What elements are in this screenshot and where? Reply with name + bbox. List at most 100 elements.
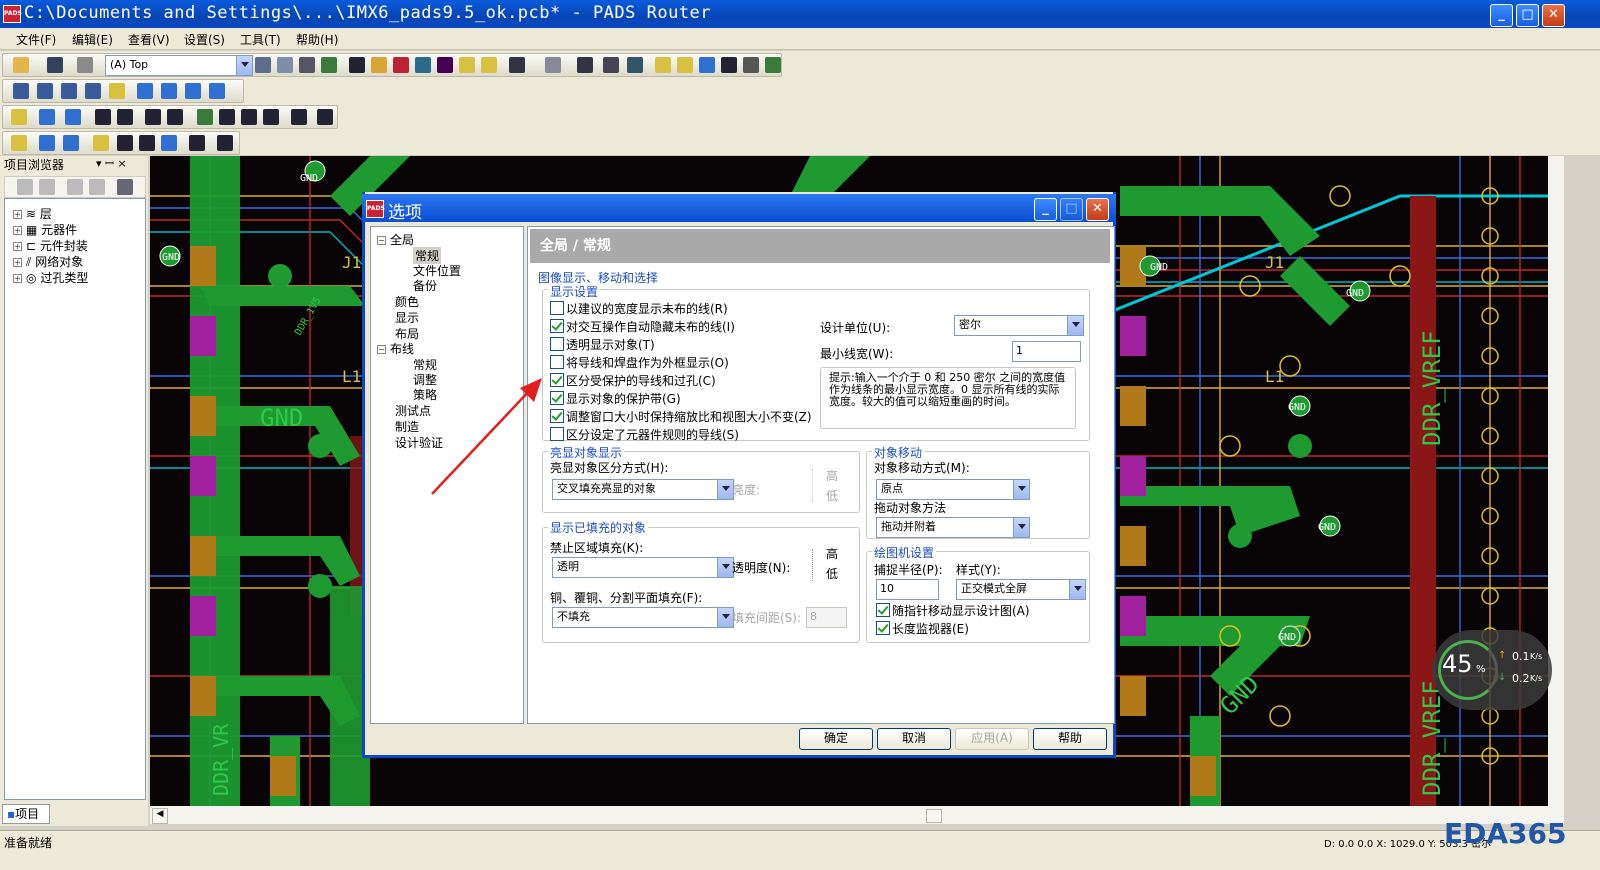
cancel-button[interactable]: 取消 xyxy=(877,728,951,750)
brightness-slider[interactable] xyxy=(812,469,823,501)
layer-select[interactable]: (A) Top xyxy=(105,55,253,76)
chevron-down-icon[interactable] xyxy=(1013,480,1029,499)
print-icon[interactable] xyxy=(77,57,93,73)
tree-item-components[interactable]: + ▦ 元器件 xyxy=(13,221,77,238)
collapse-icon[interactable]: − xyxy=(377,345,386,354)
table-icon[interactable] xyxy=(217,135,233,151)
checkbox-component-rules[interactable] xyxy=(550,427,564,441)
curve-icon[interactable] xyxy=(291,109,307,125)
checkbox-protected[interactable] xyxy=(550,373,564,387)
menu-view[interactable]: 查看(V) xyxy=(128,31,170,48)
pan-icon[interactable] xyxy=(627,57,643,73)
layer-all-icon[interactable] xyxy=(85,83,101,99)
pin-icon[interactable]: ▾ ꟷ × xyxy=(96,156,127,171)
dialog-close-button[interactable]: ✕ xyxy=(1086,198,1109,221)
tree-display[interactable]: 显示 xyxy=(395,309,419,326)
checkbox-keep-zoom[interactable] xyxy=(550,409,564,423)
chevron-down-icon[interactable] xyxy=(236,56,252,75)
tree-item-nets[interactable]: + ⫽ 网络对象 xyxy=(13,253,83,270)
save-icon[interactable] xyxy=(47,57,63,73)
report-icon[interactable] xyxy=(277,57,293,73)
move-mode-select[interactable]: 原点 xyxy=(876,479,1030,500)
copper-fill-select[interactable]: 不填充 xyxy=(552,607,734,628)
route-fan-icon[interactable] xyxy=(161,83,177,99)
undo-icon[interactable] xyxy=(509,57,525,73)
tune-icon[interactable] xyxy=(11,135,27,151)
tree-item-footprints[interactable]: + ⊏ 元件封装 xyxy=(13,237,88,254)
design-unit-select[interactable]: 密尔 xyxy=(954,315,1084,336)
zoom-icon[interactable] xyxy=(603,57,619,73)
help-button[interactable]: 帮助 xyxy=(1033,728,1107,750)
tree-routing[interactable]: 布线 xyxy=(390,342,414,356)
menu-edit[interactable]: 编辑(E) xyxy=(72,31,113,48)
menu-help[interactable]: 帮助(H) xyxy=(296,31,338,48)
checkbox-length-monitor[interactable] xyxy=(876,621,890,635)
stretch-icon[interactable] xyxy=(117,109,133,125)
ok-button[interactable]: 确定 xyxy=(799,728,873,750)
vertical-scrollbar[interactable] xyxy=(1548,156,1564,806)
copy-icon[interactable] xyxy=(67,179,83,195)
board-icon[interactable] xyxy=(677,57,693,73)
route-add-icon[interactable] xyxy=(137,83,153,99)
layer-down-icon[interactable] xyxy=(61,83,77,99)
layer-pair-icon[interactable] xyxy=(13,83,29,99)
checkbox-guard-bands[interactable] xyxy=(550,391,564,405)
checkbox-transparent[interactable] xyxy=(550,337,564,351)
chat-icon[interactable] xyxy=(743,57,759,73)
drc-icon[interactable] xyxy=(371,57,387,73)
min-width-input[interactable]: 1 xyxy=(1012,341,1081,362)
snap-icon[interactable] xyxy=(481,57,497,73)
redo-icon[interactable] xyxy=(545,57,561,73)
dialog-maximize-button[interactable]: □ xyxy=(1060,198,1083,221)
route-via-icon[interactable] xyxy=(185,83,201,99)
cursor-style-select[interactable]: 正交模式全屏 xyxy=(956,579,1086,600)
align-icon[interactable] xyxy=(63,135,79,151)
delete-icon[interactable] xyxy=(39,179,55,195)
refresh-icon[interactable] xyxy=(321,57,337,73)
select-mode-icon[interactable] xyxy=(11,109,27,125)
pads-icon[interactable] xyxy=(765,57,781,73)
match-icon[interactable] xyxy=(161,135,177,151)
ground-icon[interactable] xyxy=(263,109,279,125)
scroll-thumb[interactable] xyxy=(926,809,942,823)
route-split-icon[interactable] xyxy=(209,83,225,99)
close-button[interactable]: ✕ xyxy=(1542,4,1565,27)
scroll-left-icon[interactable]: ◀ xyxy=(152,808,168,824)
move-icon[interactable] xyxy=(699,57,715,73)
transparency-slider[interactable] xyxy=(812,549,823,581)
highlight-mode-select[interactable]: 交叉填充亮显的对象 xyxy=(552,479,734,500)
menu-tools[interactable]: 工具(T) xyxy=(240,31,281,48)
layer-setup-icon[interactable] xyxy=(255,57,271,73)
layer-up-icon[interactable] xyxy=(37,83,53,99)
snap-radius-input[interactable]: 10 xyxy=(876,579,939,600)
verify-icon[interactable] xyxy=(437,57,453,73)
dialog-minimize-button[interactable]: _ xyxy=(1034,198,1057,221)
window-icon[interactable] xyxy=(721,57,737,73)
chevron-down-icon[interactable] xyxy=(717,480,733,499)
corner-icon[interactable] xyxy=(145,109,161,125)
tree-colors[interactable]: 颜色 xyxy=(395,293,419,310)
unlock-icon[interactable] xyxy=(241,109,257,125)
collapse-icon[interactable]: − xyxy=(377,236,386,245)
menu-file[interactable]: 文件(F) xyxy=(16,31,56,48)
slash-icon[interactable] xyxy=(197,109,213,125)
height-icon[interactable] xyxy=(189,135,205,151)
route-icon[interactable] xyxy=(415,57,431,73)
list-icon[interactable] xyxy=(39,135,55,151)
width-icon[interactable] xyxy=(167,109,183,125)
open-icon[interactable] xyxy=(13,57,29,73)
drag-method-select[interactable]: 拖动并附着 xyxy=(876,517,1030,538)
filter-icon[interactable] xyxy=(393,57,409,73)
tree-fabrication[interactable]: 制造 xyxy=(395,418,419,435)
tab-project[interactable]: ▪项目 xyxy=(2,804,50,824)
checkbox-auto-hide-unrouted[interactable] xyxy=(550,319,564,333)
chevron-down-icon[interactable] xyxy=(1067,316,1083,335)
spacing-icon[interactable] xyxy=(317,109,333,125)
pointer-icon[interactable] xyxy=(109,83,125,99)
select-icon[interactable] xyxy=(349,57,365,73)
tree-item-vias[interactable]: + ◎ 过孔类型 xyxy=(13,269,88,286)
apply-button[interactable]: 应用(A) xyxy=(955,728,1029,750)
horizontal-scrollbar[interactable]: ◀ xyxy=(150,806,1564,824)
sawtooth-icon[interactable] xyxy=(139,135,155,151)
maximize-button[interactable]: □ xyxy=(1516,4,1539,27)
